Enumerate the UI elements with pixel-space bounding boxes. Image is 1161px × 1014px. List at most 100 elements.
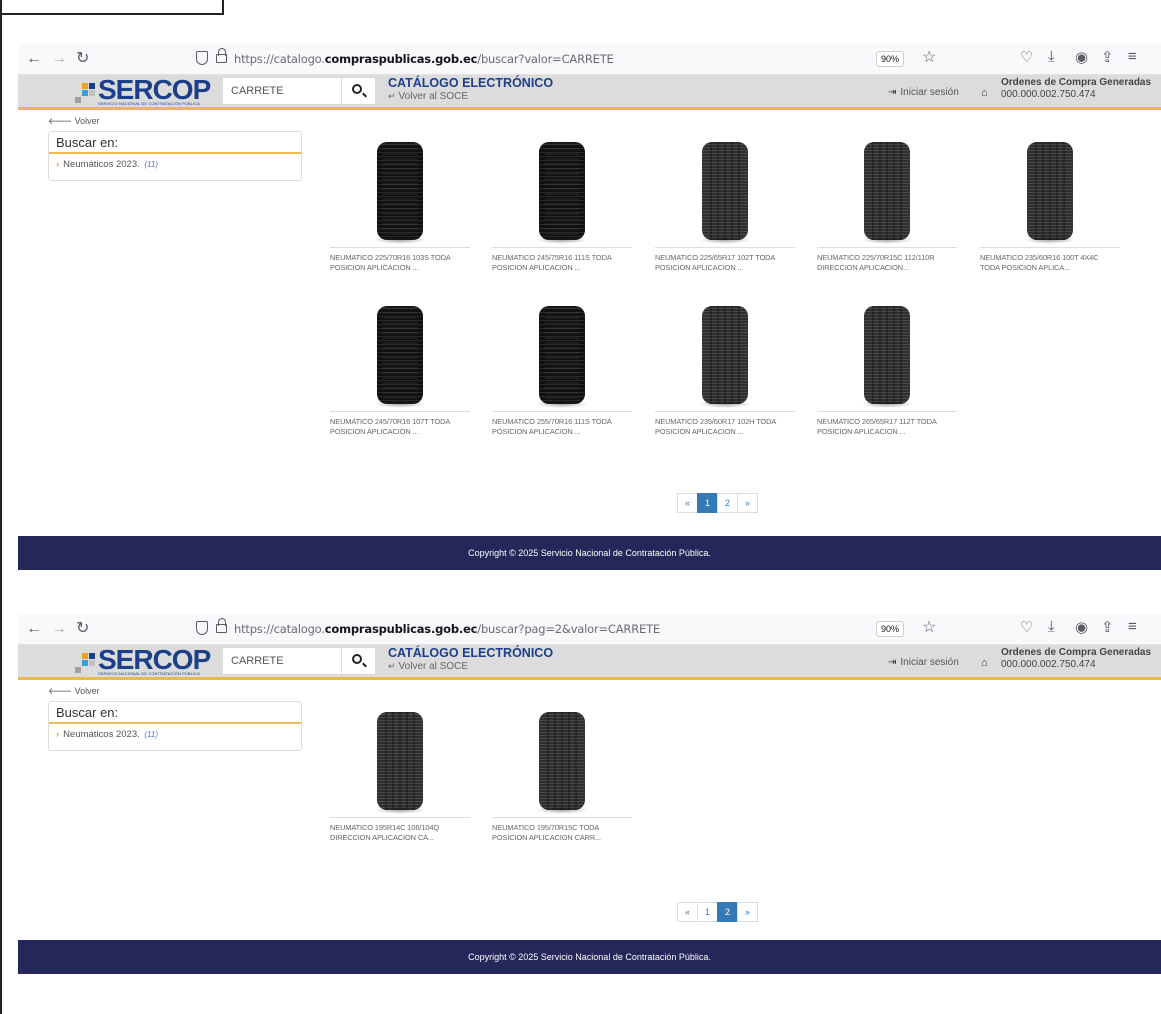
address-bar[interactable]: https://catalogo.compraspublicas.gob.ec/… xyxy=(234,52,614,66)
product-description[interactable]: NEUMATICO 265/65R17 112T TODA POSICION AP… xyxy=(817,417,957,437)
login-label: Iniciar sesión xyxy=(900,87,959,98)
back-arrow-icon[interactable]: ← xyxy=(26,619,42,639)
home-icon[interactable]: ⌂ xyxy=(981,87,988,99)
product-description[interactable]: NEUMATICO 225/70R16 103S TODA POSICION AP… xyxy=(330,253,470,273)
reload-icon[interactable]: ↻ xyxy=(76,49,89,69)
forward-arrow-icon[interactable]: → xyxy=(51,619,67,639)
product-description[interactable]: NEUMATICO 225/65R17 102T TODA POSICION AP… xyxy=(655,253,795,273)
product-card[interactable]: NEUMATICO 245/70R16 107T TODA POSICION AP… xyxy=(330,298,470,437)
product-image[interactable] xyxy=(330,704,470,818)
product-card[interactable]: NEUMATICO 245/75R16 111S TODA POSICION AP… xyxy=(492,134,632,273)
back-to-soce-link[interactable]: ↵ Volver al SOCE xyxy=(388,91,468,102)
volver-link[interactable]: 🡐 Volver xyxy=(48,686,100,697)
product-image[interactable] xyxy=(330,298,470,412)
home-icon[interactable]: ⌂ xyxy=(981,657,988,669)
product-description[interactable]: NEUMATICO 235/60R17 102H TODA POSICION AP… xyxy=(655,417,795,437)
account-icon[interactable]: ◉ xyxy=(1075,48,1088,66)
product-card[interactable]: NEUMATICO 265/65R17 112T TODA POSICION AP… xyxy=(817,298,957,437)
tire-image xyxy=(374,142,426,244)
extensions-icon[interactable]: ⇪ xyxy=(1101,618,1114,636)
address-bar[interactable]: https://catalogo.compraspublicas.gob.ec/… xyxy=(234,622,660,636)
login-link[interactable]: ⇥ Iniciar sesión xyxy=(888,657,959,668)
login-link[interactable]: ⇥ Iniciar sesión xyxy=(888,87,959,98)
sercop-logo[interactable]: SERCOP SERVICIO NACIONAL DE CONTRATACIÓN… xyxy=(70,74,220,107)
pagination-page-1[interactable]: 1 xyxy=(697,493,718,513)
copyright-text: Copyright © 2025 Servicio Nacional de Co… xyxy=(468,548,711,558)
product-card[interactable]: NEUMATICO 225/70R15C 112/110R DIRECCION A… xyxy=(817,134,957,273)
filter-category-link[interactable]: › Neumáticos 2023. (11) xyxy=(49,724,301,745)
pagination-next[interactable]: » xyxy=(737,902,758,922)
product-description[interactable]: NEUMATICO 255/70R16 111S TODA POSICION AP… xyxy=(492,417,632,437)
category-label: Neumáticos 2023. xyxy=(63,159,140,170)
product-card[interactable]: NEUMATICO 195/70R15C TODA POSICION APLICA… xyxy=(492,704,632,843)
product-image[interactable] xyxy=(330,134,470,248)
back-arrow-icon[interactable]: ← xyxy=(26,49,42,69)
pagination-page-2[interactable]: 2 xyxy=(717,902,738,922)
filter-heading: Buscar en: xyxy=(49,132,301,154)
pocket-icon[interactable]: ♡ xyxy=(1020,618,1033,636)
product-image[interactable] xyxy=(492,134,632,248)
back-to-soce-link[interactable]: ↵ Volver al SOCE xyxy=(388,661,468,672)
account-icon[interactable]: ◉ xyxy=(1075,618,1088,636)
tracking-shield-icon[interactable] xyxy=(196,51,208,65)
product-card[interactable]: NEUMATICO 235/60R16 100T 4X4C TODA POSICI… xyxy=(980,134,1120,273)
product-card[interactable]: NEUMATICO 255/70R16 111S TODA POSICION AP… xyxy=(492,298,632,437)
search-icon xyxy=(352,84,362,94)
product-image[interactable] xyxy=(492,704,632,818)
product-image[interactable] xyxy=(492,298,632,412)
filter-panel: Buscar en: › Neumáticos 2023. (11) xyxy=(48,701,302,751)
bookmark-star-icon[interactable]: ☆ xyxy=(922,617,936,637)
product-card[interactable]: NEUMATICO 225/65R17 102T TODA POSICION AP… xyxy=(655,134,795,273)
product-card[interactable]: NEUMATICO 235/60R17 102H TODA POSICION AP… xyxy=(655,298,795,437)
orders-summary: Ordenes de Compra Generadas 000.000.002.… xyxy=(1001,77,1151,101)
zoom-indicator[interactable]: 90% xyxy=(876,621,905,637)
pagination-page-2[interactable]: 2 xyxy=(717,493,738,513)
reload-icon[interactable]: ↻ xyxy=(76,619,89,639)
lock-icon[interactable] xyxy=(216,618,227,633)
lock-icon[interactable] xyxy=(216,48,227,63)
download-icon[interactable]: ⤓ xyxy=(1048,48,1055,65)
logo-square xyxy=(75,97,81,103)
product-image[interactable] xyxy=(980,134,1120,248)
product-line1: NEUMATICO 195/70R15C TODA xyxy=(492,823,600,832)
pagination-prev[interactable]: « xyxy=(677,493,698,513)
screenshot-page-1: ← → ↻ https://catalogo.compraspublicas.g… xyxy=(18,44,1161,570)
product-line2: POSICION APLICACION ... xyxy=(817,427,906,436)
search-input[interactable] xyxy=(223,78,341,104)
product-description[interactable]: NEUMATICO 235/60R16 100T 4X4C TODA POSICI… xyxy=(980,253,1120,273)
product-line2: DIRECCION APLICACION CA... xyxy=(330,833,434,842)
tracking-shield-icon[interactable] xyxy=(196,621,208,635)
product-description[interactable]: NEUMATICO 195/70R15C TODA POSICION APLICA… xyxy=(492,823,632,843)
pagination-next[interactable]: » xyxy=(737,493,758,513)
url-domain: compraspublicas.gob.ec xyxy=(324,622,478,636)
product-image[interactable] xyxy=(817,298,957,412)
bookmark-star-icon[interactable]: ☆ xyxy=(922,47,936,67)
forward-arrow-icon[interactable]: → xyxy=(51,49,67,69)
filter-category-link[interactable]: › Neumáticos 2023. (11) xyxy=(49,154,301,175)
menu-icon[interactable]: ≡ xyxy=(1128,618,1137,635)
sercop-logo[interactable]: SERCOP SERVICIO NACIONAL DE CONTRATACIÓN… xyxy=(70,644,220,677)
extensions-icon[interactable]: ⇪ xyxy=(1101,48,1114,66)
tire-image xyxy=(374,712,426,814)
pocket-icon[interactable]: ♡ xyxy=(1020,48,1033,66)
product-image[interactable] xyxy=(655,134,795,248)
download-icon[interactable]: ⤓ xyxy=(1048,618,1055,635)
pagination-page-1[interactable]: 1 xyxy=(697,902,718,922)
product-card[interactable]: NEUMATICO 195R14C 106/104Q DIRECCION APLI… xyxy=(330,704,470,843)
product-description[interactable]: NEUMATICO 245/75R16 111S TODA POSICION AP… xyxy=(492,253,632,273)
zoom-indicator[interactable]: 90% xyxy=(876,51,905,67)
menu-icon[interactable]: ≡ xyxy=(1128,48,1137,65)
product-image[interactable] xyxy=(655,298,795,412)
product-description[interactable]: NEUMATICO 225/70R15C 112/110R DIRECCION A… xyxy=(817,253,957,273)
search-button[interactable] xyxy=(341,648,375,674)
volver-link[interactable]: 🡐 Volver xyxy=(48,116,100,127)
product-card[interactable]: NEUMATICO 225/70R16 103S TODA POSICION AP… xyxy=(330,134,470,273)
search-button[interactable] xyxy=(341,78,375,104)
orders-value: 000.000.002.750.474 xyxy=(1001,659,1096,670)
page-frame-top-box xyxy=(0,0,224,15)
product-description[interactable]: NEUMATICO 245/70R16 107T TODA POSICION AP… xyxy=(330,417,470,437)
product-image[interactable] xyxy=(817,134,957,248)
search-input[interactable] xyxy=(223,648,341,674)
pagination-prev[interactable]: « xyxy=(677,902,698,922)
product-description[interactable]: NEUMATICO 195R14C 106/104Q DIRECCION APLI… xyxy=(330,823,470,843)
